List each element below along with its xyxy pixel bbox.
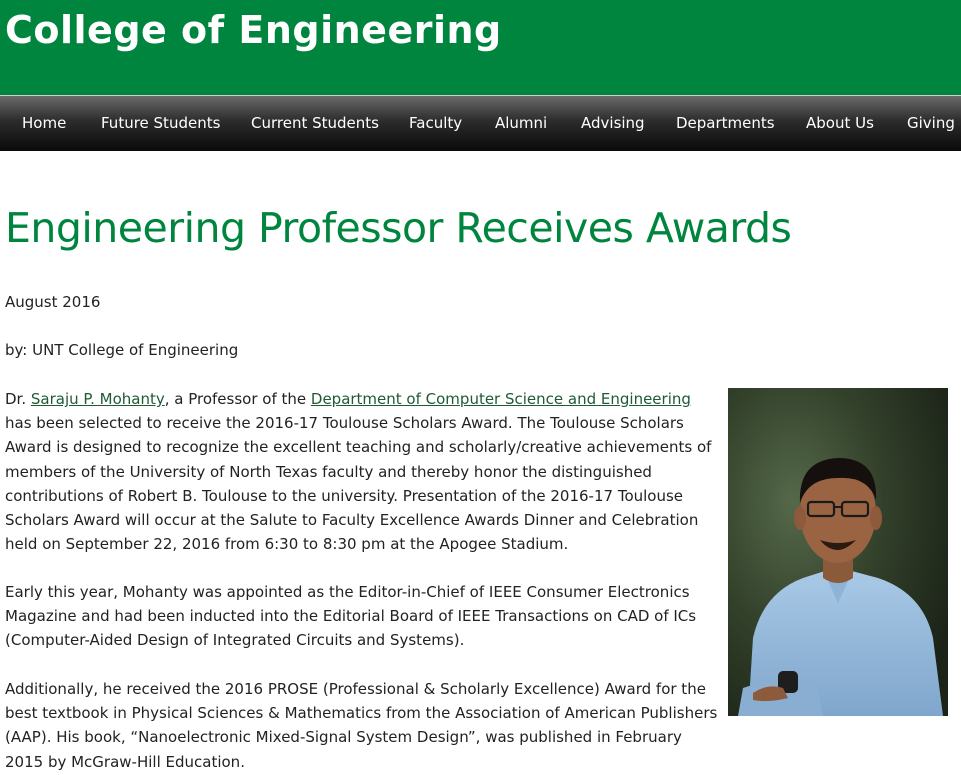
nav-item-future-students[interactable]: Future Students — [101, 96, 220, 151]
nav-item-giving[interactable]: Giving — [907, 96, 955, 151]
paragraph-editor-in-chief: Early this year, Mohanty was appointed a… — [5, 583, 697, 650]
p1-prefix: Dr. — [5, 390, 31, 408]
main-nav: Home Future Students Current Students Fa… — [0, 95, 961, 151]
site-title[interactable]: College of Engineering — [5, 4, 502, 56]
paragraph-toulouse-award: Dr. Saraju P. Mohanty, a Professor of th… — [5, 387, 720, 556]
nav-item-advising[interactable]: Advising — [581, 96, 645, 151]
p1-rest: has been selected to receive the 2016-17… — [5, 414, 712, 554]
article-date: August 2016 — [5, 293, 101, 311]
person-link[interactable]: Saraju P. Mohanty — [31, 390, 165, 408]
nav-item-alumni[interactable]: Alumni — [495, 96, 547, 151]
site-header: College of Engineering — [0, 0, 961, 95]
article-byline: by: UNT College of Engineering — [5, 341, 239, 359]
portrait-illustration — [728, 388, 948, 716]
nav-item-home[interactable]: Home — [22, 96, 66, 151]
nav-item-current-students[interactable]: Current Students — [251, 96, 379, 151]
professor-photo — [728, 388, 948, 716]
department-link[interactable]: Department of Computer Science and Engin… — [311, 390, 691, 408]
nav-item-faculty[interactable]: Faculty — [409, 96, 462, 151]
paragraph-prose-award: Additionally, he received the 2016 PROSE… — [5, 680, 718, 771]
article-title: Engineering Professor Receives Awards — [5, 204, 792, 252]
nav-item-departments[interactable]: Departments — [676, 96, 775, 151]
p1-middle: , a Professor of the — [164, 390, 311, 408]
nav-item-about-us[interactable]: About Us — [806, 96, 874, 151]
